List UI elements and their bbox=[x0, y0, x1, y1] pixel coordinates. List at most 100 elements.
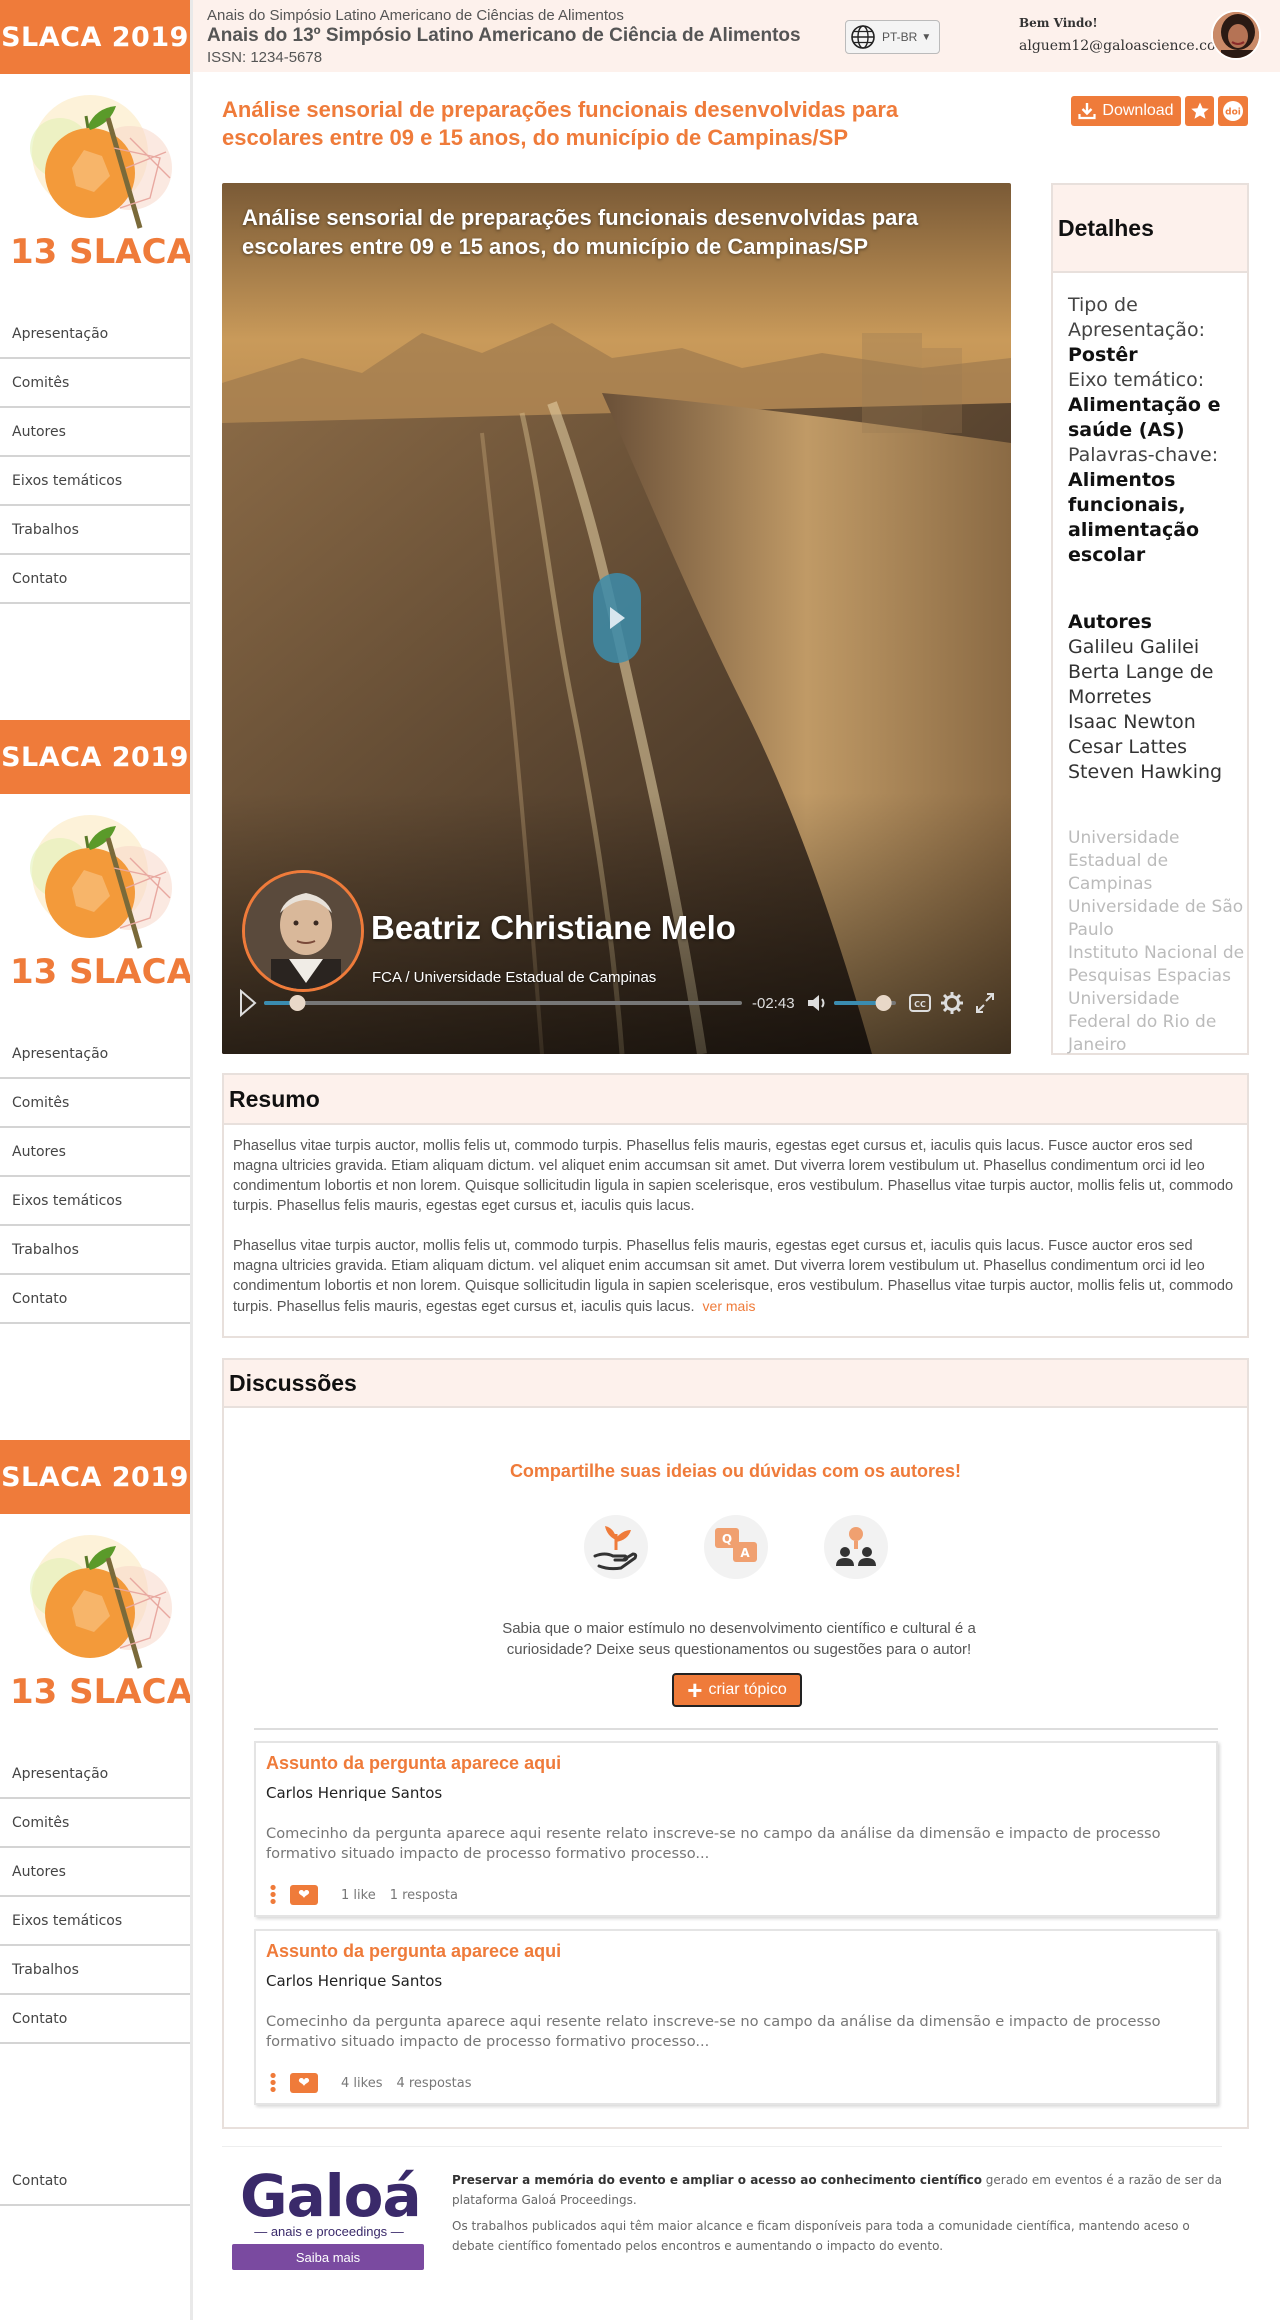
video-title: Análise sensorial de preparações funcion… bbox=[242, 205, 919, 259]
create-topic-label: criar tópico bbox=[708, 1681, 787, 1698]
sidebar: SLACA 2019 13 SLACA Apresentação Comitês Aut… bbox=[0, 0, 193, 2320]
fullscreen-icon[interactable] bbox=[974, 991, 996, 1015]
event-logo[interactable]: 13 SLACA bbox=[0, 74, 190, 310]
logo-text: 13 SLACA bbox=[10, 1672, 190, 1712]
question-card[interactable]: Assunto da pergunta aparece aqui Carlos … bbox=[254, 1741, 1218, 1917]
sidebar-item-comitês[interactable]: Comitês bbox=[0, 1799, 190, 1848]
sidebar-item-trabalhos[interactable]: Trabalhos bbox=[0, 506, 190, 555]
question-title[interactable]: Assunto da pergunta aparece aqui bbox=[266, 1941, 561, 1962]
slaca-logo-icon: 13 SLACA bbox=[10, 1535, 190, 1712]
language-value: PT-BR bbox=[882, 30, 918, 44]
sidebar-item-trabalhos[interactable]: Trabalhos bbox=[0, 1226, 190, 1275]
favorite-button[interactable] bbox=[1185, 96, 1214, 126]
create-topic-button[interactable]: + criar tópico bbox=[672, 1673, 802, 1707]
author-item[interactable]: Cesar Lattes bbox=[1068, 735, 1247, 760]
author-item[interactable]: Berta Lange de Morretes bbox=[1068, 660, 1247, 710]
progress-bar[interactable] bbox=[264, 993, 742, 1013]
sidebar-item-eixos-temáticos[interactable]: Eixos temáticos bbox=[0, 1177, 190, 1226]
volume-slider[interactable] bbox=[832, 993, 900, 1013]
video-player[interactable]: Análise sensorial de preparações funcion… bbox=[222, 183, 1011, 1054]
discussions-heading: Discussões bbox=[224, 1360, 1247, 1408]
brand-banner[interactable]: SLACA 2019 bbox=[0, 1440, 190, 1514]
sidebar-item-apresentação[interactable]: Apresentação bbox=[0, 310, 190, 359]
institution-item: Universidade de São Paulo bbox=[1068, 897, 1244, 940]
more-icon[interactable]: • • • bbox=[266, 1879, 280, 1911]
slaca-logo-icon: 13 SLACA bbox=[10, 95, 190, 272]
sidebar-item-contato[interactable]: Contato bbox=[0, 1995, 190, 2044]
svg-text:Q: Q bbox=[722, 1532, 732, 1546]
abstract-panel: Resumo Phasellus vitae turpis auctor, mo… bbox=[222, 1073, 1249, 1338]
brand-banner[interactable]: SLACA 2019 bbox=[0, 0, 190, 74]
institution-item: Universidade Estadual de Campinas bbox=[1068, 828, 1180, 894]
likes-count: 1 like bbox=[341, 1887, 376, 1903]
presentation-type-label: Tipo de Apresentação: bbox=[1068, 294, 1205, 341]
logo-text: 13 SLACA bbox=[10, 952, 190, 992]
share-title: Compartilhe suas ideias ou dúvidas com o… bbox=[509, 1461, 962, 1481]
heart-icon[interactable]: ❤ bbox=[290, 1885, 318, 1905]
play-button[interactable] bbox=[593, 573, 641, 663]
event-title: Anais do 13º Simpósio Latino Americano d… bbox=[207, 25, 801, 46]
user-email: alguem12@galoascience.com bbox=[1019, 38, 1229, 54]
sidebar-item-trabalhos[interactable]: Trabalhos bbox=[0, 1946, 190, 1995]
play-small-icon[interactable] bbox=[238, 988, 258, 1018]
event-logo[interactable]: 13 SLACA bbox=[0, 794, 190, 1030]
learn-more-button[interactable]: Saiba mais bbox=[232, 2244, 424, 2270]
sidebar-item-contato[interactable]: Contato bbox=[0, 2157, 190, 2206]
author-item[interactable]: Galileu Galilei bbox=[1068, 635, 1247, 660]
event-subtitle: Anais do Simpósio Latino Americano de Ci… bbox=[207, 7, 624, 24]
sidebar-item-apresentação[interactable]: Apresentação bbox=[0, 1030, 190, 1079]
question-excerpt: Comecinho da pergunta aparece aqui resen… bbox=[266, 2013, 1161, 2050]
abstract-heading: Resumo bbox=[224, 1075, 1247, 1125]
sidebar-item-eixos-temáticos[interactable]: Eixos temáticos bbox=[0, 1897, 190, 1946]
sidebar-item-autores[interactable]: Autores bbox=[0, 408, 190, 457]
sidebar-item-contato[interactable]: Contato bbox=[0, 555, 190, 604]
abstract-paragraph: Phasellus vitae turpis auctor, mollis fe… bbox=[233, 1138, 1234, 1214]
svg-text:A: A bbox=[740, 1546, 750, 1560]
globe-icon bbox=[851, 25, 875, 49]
plus-icon: + bbox=[687, 1675, 703, 1705]
likes-count: 4 likes bbox=[341, 2075, 383, 2091]
galoa-tagline: — anais e proceedings — bbox=[254, 2224, 404, 2239]
sidebar-block: SLACA 2019 13 SLACA Apresentação Comitês Aut… bbox=[0, 720, 190, 1324]
doi-button[interactable]: doi bbox=[1218, 96, 1248, 126]
event-logo[interactable]: 13 SLACA bbox=[0, 1514, 190, 1750]
institution-item: Universidade Federal do Rio de Janeiro bbox=[1068, 989, 1217, 1055]
author-item[interactable]: Steven Hawking bbox=[1068, 760, 1247, 785]
download-button[interactable]: Download bbox=[1071, 96, 1181, 126]
replies-count[interactable]: 4 respostas bbox=[396, 2076, 471, 2091]
people-icon bbox=[824, 1515, 888, 1579]
sidebar-item-autores[interactable]: Autores bbox=[0, 1128, 190, 1177]
sidebar-item-contato[interactable]: Contato bbox=[0, 1275, 190, 1324]
brand-banner[interactable]: SLACA 2019 bbox=[0, 720, 190, 794]
question-author: Carlos Henrique Santos bbox=[266, 1972, 443, 1990]
volume-icon[interactable] bbox=[806, 991, 828, 1015]
sidebar-item-autores[interactable]: Autores bbox=[0, 1848, 190, 1897]
question-card[interactable]: Assunto da pergunta aparece aqui Carlos … bbox=[254, 1929, 1218, 2105]
see-more-link[interactable]: ver mais bbox=[703, 1298, 756, 1314]
question-title[interactable]: Assunto da pergunta aparece aqui bbox=[266, 1753, 561, 1774]
replies-count[interactable]: 1 resposta bbox=[390, 1888, 458, 1903]
author-item[interactable]: Isaac Newton bbox=[1068, 710, 1247, 735]
heart-icon[interactable]: ❤ bbox=[290, 2073, 318, 2093]
sidebar-item-comitês[interactable]: Comitês bbox=[0, 359, 190, 408]
sidebar-item-apresentação[interactable]: Apresentação bbox=[0, 1750, 190, 1799]
sidebar-item-comitês[interactable]: Comitês bbox=[0, 1079, 190, 1128]
share-text: Sabia que o maior estímulo no desenvolvi… bbox=[502, 1620, 976, 1658]
more-icon[interactable]: • • • bbox=[266, 2067, 280, 2099]
cc-icon[interactable]: CC bbox=[908, 991, 932, 1015]
footer-mission-bold: Preservar a memória do evento e ampliar … bbox=[452, 2173, 982, 2187]
details-heading: Detalhes bbox=[1053, 185, 1247, 273]
language-select[interactable]: PT-BR ▼ bbox=[845, 20, 940, 54]
time-remaining: -02:43 bbox=[752, 995, 795, 1012]
download-label: Download bbox=[1102, 102, 1174, 119]
settings-icon[interactable] bbox=[940, 991, 964, 1015]
svg-text:CC: CC bbox=[914, 1000, 926, 1009]
discussions-panel: Discussões Compartilhe suas ideias ou dú… bbox=[222, 1358, 1249, 2129]
doi-icon: doi bbox=[1223, 101, 1243, 121]
footer-text: Preservar a memória do evento e ampliar … bbox=[452, 2170, 1222, 2262]
galoa-logo: Galoá — anais e proceedings — Saiba mais bbox=[232, 2162, 426, 2270]
avatar[interactable] bbox=[1211, 10, 1261, 60]
qa-icon: Q A bbox=[704, 1515, 768, 1579]
play-icon bbox=[610, 607, 625, 629]
sidebar-item-eixos-temáticos[interactable]: Eixos temáticos bbox=[0, 457, 190, 506]
